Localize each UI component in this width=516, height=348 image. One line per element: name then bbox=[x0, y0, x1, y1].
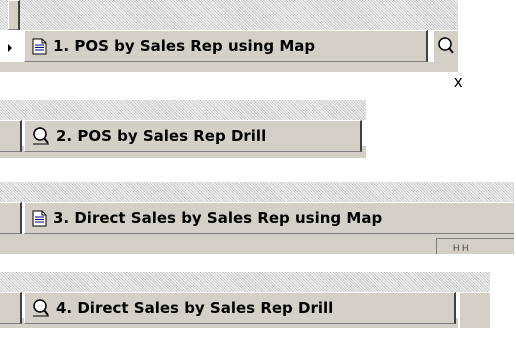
tab-fragment-right[interactable] bbox=[458, 292, 490, 328]
tab-fragment-left[interactable] bbox=[0, 292, 22, 324]
tab-fragment[interactable] bbox=[8, 0, 20, 30]
close-icon[interactable]: x bbox=[454, 72, 463, 92]
document-icon bbox=[32, 38, 47, 54]
scroll-left-icon[interactable] bbox=[8, 44, 12, 52]
magnifier-icon bbox=[33, 299, 49, 317]
tab-label: 1. POS by Sales Rep using Map bbox=[53, 37, 316, 55]
tab-fragment-left[interactable] bbox=[0, 120, 22, 152]
tab-direct-sales-by-sales-rep-map[interactable]: 3. Direct Sales by Sales Rep using Map bbox=[24, 202, 514, 234]
tab-strip-1: 1. POS by Sales Rep using Map x bbox=[0, 0, 458, 72]
clipped-text: H H bbox=[453, 243, 469, 253]
tab-strip-2: 2. POS by Sales Rep Drill bbox=[0, 100, 366, 158]
tab-fragment-left[interactable] bbox=[0, 202, 22, 234]
status-panel: H H bbox=[436, 238, 514, 254]
tab-fragment-right[interactable] bbox=[432, 30, 458, 62]
magnifier-icon bbox=[33, 127, 49, 145]
magnifier-icon bbox=[438, 37, 454, 54]
tab-label: 4. Direct Sales by Sales Rep Drill bbox=[56, 299, 334, 317]
tab-label: 2. POS by Sales Rep Drill bbox=[56, 127, 267, 145]
tab-label: 3. Direct Sales by Sales Rep using Map bbox=[53, 209, 383, 227]
tab-pos-by-sales-rep-drill[interactable]: 2. POS by Sales Rep Drill bbox=[24, 120, 362, 152]
tab-strip-4: 4. Direct Sales by Sales Rep Drill bbox=[0, 272, 490, 328]
document-icon bbox=[32, 210, 47, 226]
tab-strip-3: 3. Direct Sales by Sales Rep using Map H… bbox=[0, 182, 514, 254]
tab-pos-by-sales-rep-map[interactable]: 1. POS by Sales Rep using Map bbox=[24, 30, 428, 62]
tab-direct-sales-by-sales-rep-drill[interactable]: 4. Direct Sales by Sales Rep Drill bbox=[24, 292, 456, 324]
